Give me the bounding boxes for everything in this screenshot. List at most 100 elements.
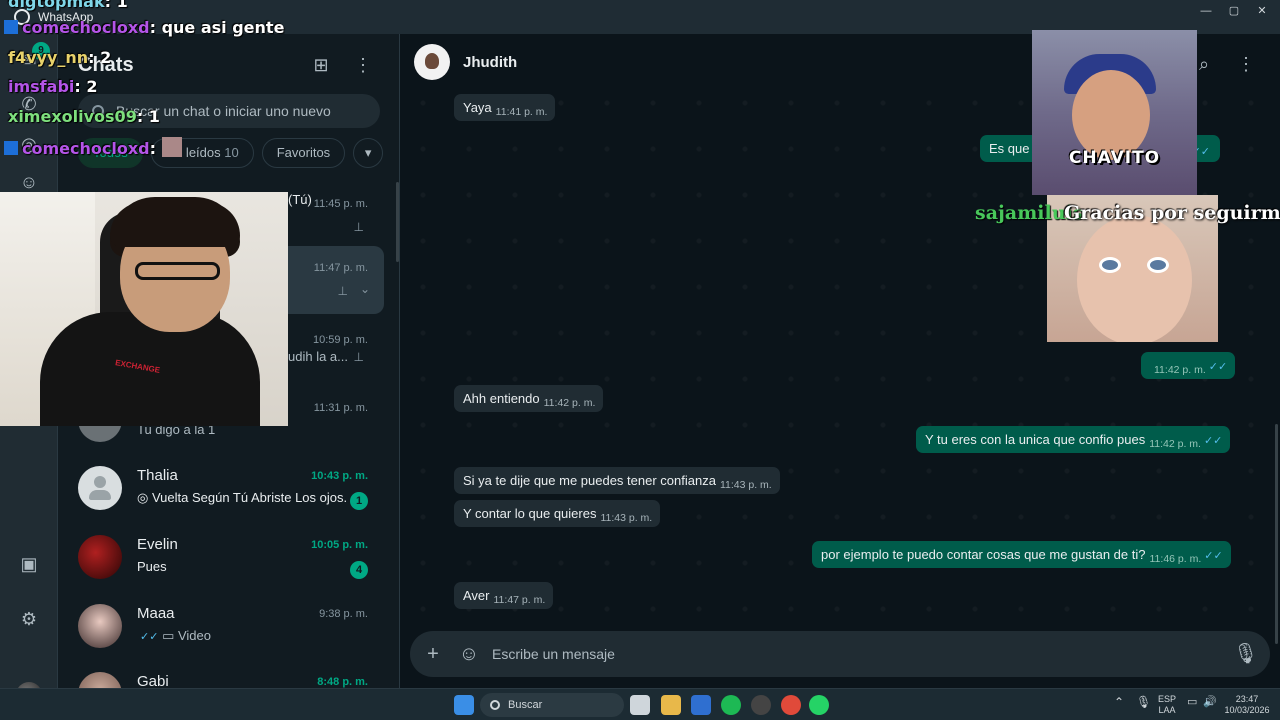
menu-kebab-icon[interactable]: ⋮ (1234, 52, 1258, 76)
message-in[interactable]: Y contar lo que quieres 11:43 p. m. (454, 500, 661, 527)
message-in[interactable]: Si ya te dije que me puedes tener confia… (454, 467, 780, 494)
attach-plus-icon[interactable]: + (421, 642, 445, 666)
obs-icon[interactable] (751, 695, 771, 715)
message-input[interactable] (492, 641, 1212, 667)
stream-chat-line: comechocloxd: que asi gente (4, 18, 284, 37)
chat-item-thalia[interactable]: Thalia 10:43 p. m. ◎ Vuelta Según Tú Abr… (66, 454, 384, 522)
stream-chat-msg: : 2 (88, 48, 112, 67)
twitch-icon (4, 141, 18, 155)
message-text: Si ya te dije que me puedes tener confia… (463, 473, 716, 488)
message-in[interactable]: Yaya 11:41 p. m. (454, 94, 556, 121)
stream-chat-user: imsfabi (8, 77, 75, 96)
chat-list-scrollbar[interactable] (396, 182, 399, 262)
chat-avatar (78, 535, 122, 579)
settings-gear-icon[interactable]: ⚙ (17, 607, 41, 631)
message-text: Ahh entiendo (463, 391, 540, 406)
channels-nav-icon[interactable]: ☺ (17, 170, 41, 194)
message-text: Es que (989, 141, 1030, 156)
whatsapp-window: WhatsApp — ▢ ✕ ✉ 9 ✆ ◎ ☺ ▣ ⚙ Chats ⊞ ⋮ T… (0, 0, 1280, 720)
message-text: por ejemplo te puedo contar cosas que me… (821, 547, 1146, 562)
alert-image-label: CHAVITO (1068, 148, 1161, 168)
default-avatar (78, 466, 122, 510)
message-time: 11:47 p. m. (493, 594, 546, 606)
message-time: 11:43 p. m. (719, 479, 772, 491)
microphone-tray-icon[interactable]: 🎙 (1136, 696, 1151, 708)
message-composer[interactable]: + ☺ 🎙 (410, 631, 1270, 677)
store-icon[interactable] (691, 695, 711, 715)
media-gallery-icon[interactable]: ▣ (17, 552, 41, 576)
chevron-down-icon: ▾ (364, 145, 372, 160)
message-time: 11:43 p. m. (600, 512, 653, 524)
filter-unread-count: 10 (224, 145, 239, 160)
stream-chat-user: ximexolivos09 (8, 107, 137, 126)
spotify-icon[interactable] (721, 695, 741, 715)
message-time: 11:42 p. m. (543, 397, 596, 409)
conversation-scrollbar[interactable] (1275, 424, 1278, 644)
message-out[interactable]: por ejemplo te puedo contar cosas que me… (812, 541, 1231, 568)
double-check-icon: ✓✓ (1204, 550, 1223, 562)
webcam-overlay: EXCHANGE (0, 192, 288, 426)
chat-preview-text: Vuelta Según Tú Abriste Los ojos... (151, 490, 347, 505)
language-indicator[interactable]: ESP LAA (1158, 694, 1176, 716)
task-view-icon[interactable] (630, 695, 650, 715)
chat-name: Maaa (137, 605, 175, 622)
taskbar-search[interactable]: Buscar (480, 693, 624, 717)
message-time: 11:46 p. m. (1149, 553, 1202, 565)
volume-icon[interactable]: 🔊 (1203, 697, 1217, 708)
keyboard-layout: LAA (1158, 705, 1176, 715)
chevron-down-icon[interactable]: ⌄ (360, 282, 370, 296)
menu-kebab-icon[interactable]: ⋮ (350, 52, 376, 78)
message-text: Aver (463, 588, 490, 603)
follow-alert-eye (1147, 257, 1169, 273)
tray-chevron-icon[interactable]: ⌃ (1114, 696, 1124, 708)
message-out-image-footer[interactable]: 11:42 p. m. ✓✓ (1141, 352, 1236, 379)
filter-favorites[interactable]: Favoritos (261, 138, 346, 168)
unread-badge: 1 (350, 492, 368, 510)
microphone-icon[interactable]: 🎙 (1233, 642, 1258, 666)
double-check-icon: ✓✓ (140, 631, 159, 643)
taskbar-search-label: Buscar (508, 699, 543, 711)
message-in[interactable]: Ahh entiendo 11:42 p. m. (454, 385, 604, 412)
whatsapp-taskbar-icon[interactable] (809, 695, 829, 715)
double-check-icon: ✓✓ (1208, 361, 1228, 373)
stream-chat-line: digtopmak: 1 (8, 0, 128, 11)
twitch-icon (4, 20, 18, 34)
follow-alert-eye (1099, 257, 1121, 273)
streamer-glasses (135, 262, 220, 280)
chrome-icon[interactable] (781, 695, 801, 715)
chat-item-evelin[interactable]: Evelin 10:05 p. m. Pues 4 (66, 523, 384, 591)
new-chat-icon[interactable]: ⊞ (308, 52, 334, 78)
stream-chat-line: comechocloxd: (4, 137, 183, 158)
search-icon (490, 700, 500, 710)
emote-icon (162, 137, 183, 157)
message-text: Y contar lo que quieres (463, 506, 597, 521)
stream-chat-user: comechocloxd (22, 18, 150, 37)
stream-chat-line: ximexolivos09: 1 (8, 107, 160, 126)
chat-name: Thalia (137, 467, 178, 484)
filter-more-dropdown[interactable]: ▾ (353, 138, 384, 168)
start-windows-icon[interactable] (454, 695, 474, 715)
message-in[interactable]: Aver 11:47 p. m. (454, 582, 554, 609)
chat-time: 10:05 p. m. (311, 539, 368, 551)
clock-time: 23:47 (1235, 694, 1259, 704)
clock[interactable]: 23:47 10/03/2026 (1224, 694, 1270, 716)
follow-alert-face (1077, 215, 1192, 342)
streamer-hair-front (110, 202, 240, 247)
sticker-emoji-icon[interactable]: ☺ (457, 642, 481, 666)
contact-name[interactable]: Jhudith (463, 54, 517, 71)
message-time: 11:42 p. m. (1154, 364, 1206, 376)
message-out[interactable]: Y tu eres con la unica que confio pues 11… (916, 426, 1231, 453)
follow-alert-message: Gracias por seguirme!! (1064, 202, 1280, 224)
stream-chat-msg: : 1 (136, 107, 160, 126)
file-explorer-icon[interactable] (661, 695, 681, 715)
double-check-icon: ✓✓ (1203, 435, 1223, 447)
chat-item-maaa[interactable]: Maaa 9:38 p. m. ✓✓ ▭ Video (66, 592, 384, 660)
close-button[interactable]: ✕ (1244, 0, 1280, 22)
stream-chat-user: comechocloxd (22, 139, 150, 158)
network-icon[interactable]: ▭ (1187, 697, 1197, 708)
language-code: ESP (1158, 694, 1177, 704)
contact-avatar[interactable] (414, 44, 450, 80)
pin-icon: ⊥ (353, 220, 364, 234)
filter-favorites-label: Favoritos (276, 145, 331, 160)
chat-time: 8:48 p. m. (317, 676, 368, 688)
